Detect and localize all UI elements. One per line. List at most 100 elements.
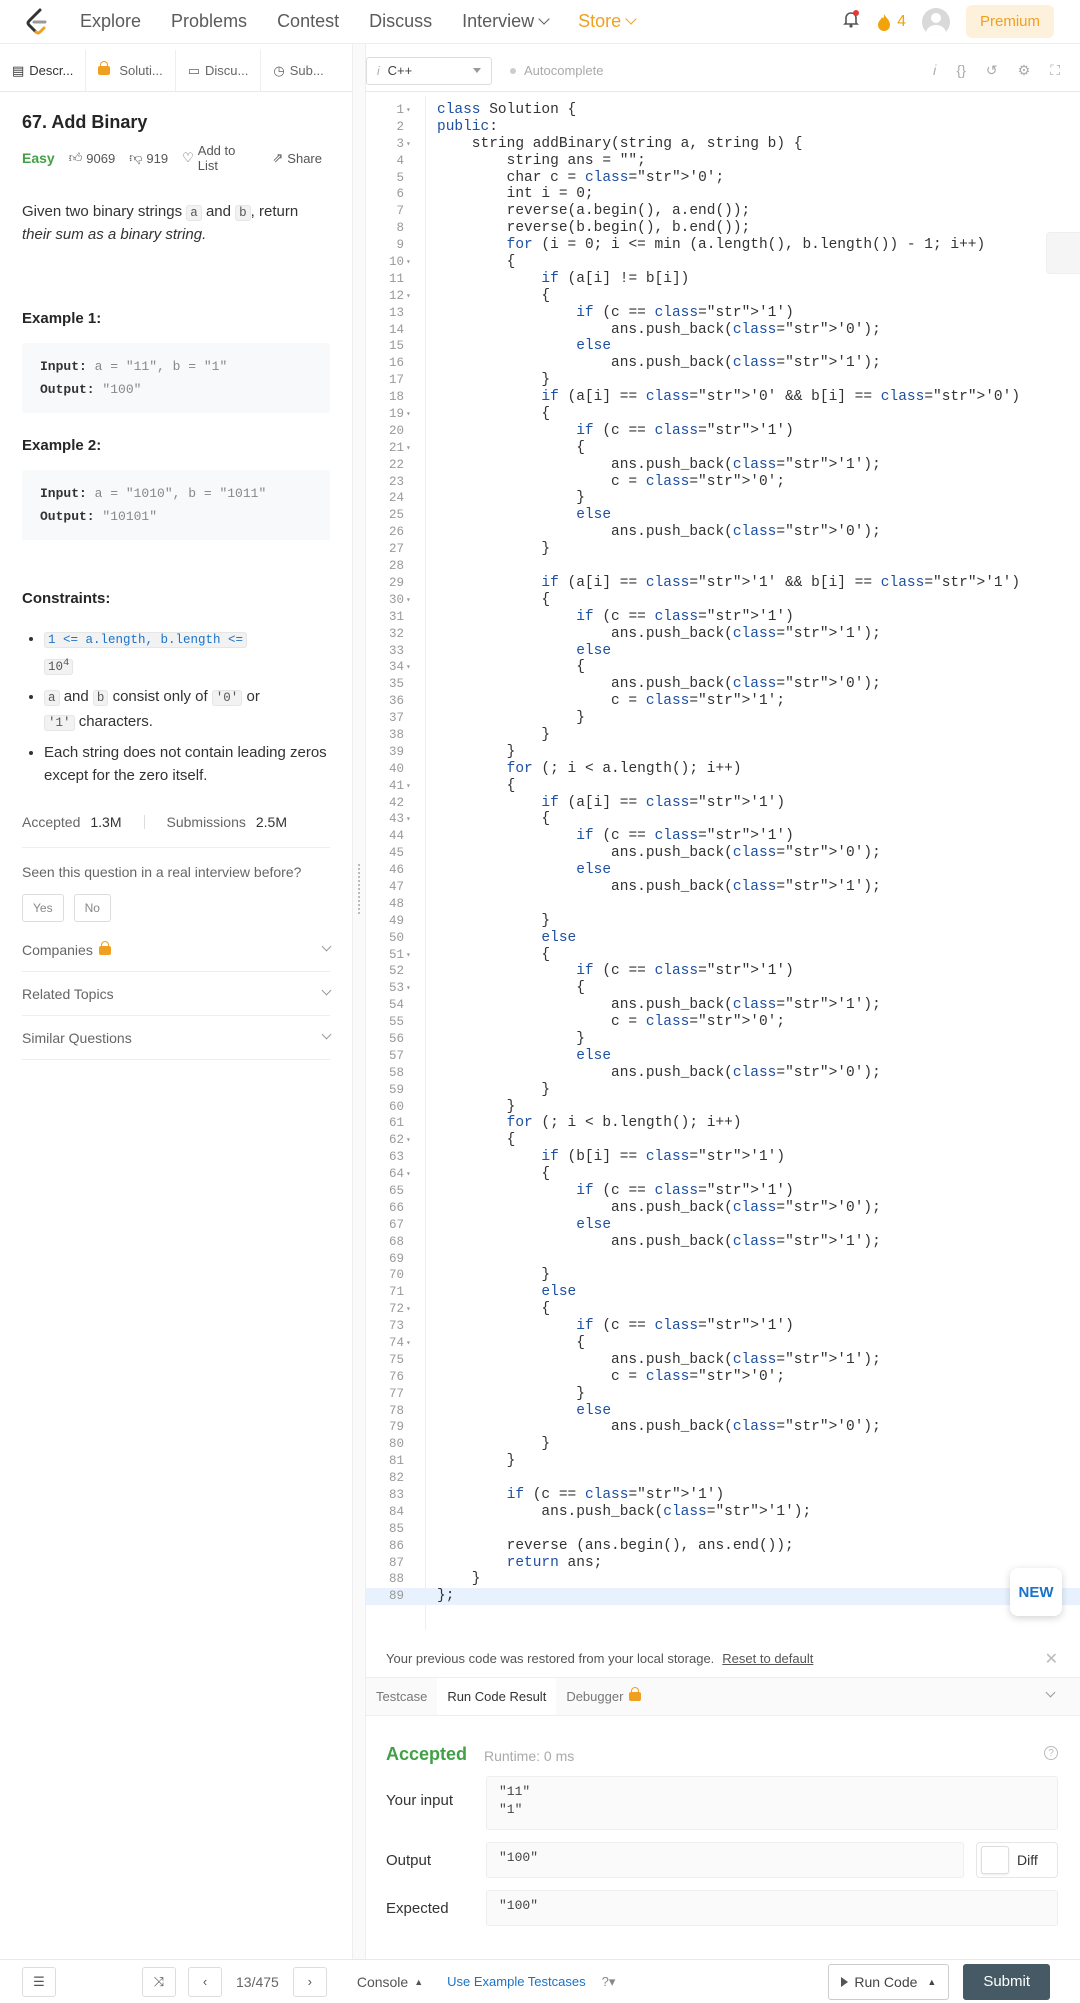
code-text: ans.push_back(class="str">'0'); xyxy=(437,524,881,541)
code-text: if (a[i] == class="str">'1' && b[i] == c… xyxy=(541,574,1021,591)
fold-toggle-icon[interactable]: ▾ xyxy=(406,981,411,998)
code-text: } xyxy=(437,1571,481,1588)
line-number: 3 xyxy=(396,136,404,151)
info-icon[interactable]: 𝑖 xyxy=(933,62,937,79)
code-line: 76 c = class="str">'0'; xyxy=(366,1369,1080,1386)
problem-list-button[interactable]: ☰ xyxy=(22,1966,56,1997)
fold-toggle-icon[interactable]: ▾ xyxy=(406,812,411,829)
use-example-testcases-link[interactable]: Use Example Testcases xyxy=(447,1974,586,1989)
yes-button[interactable]: Yes xyxy=(22,894,64,923)
fold-toggle-icon[interactable]: ▾ xyxy=(406,103,411,120)
bell-icon[interactable] xyxy=(841,9,861,34)
line-number: 7 xyxy=(396,204,404,219)
streak-counter[interactable]: 4 xyxy=(877,13,906,31)
line-number: 25 xyxy=(388,508,404,523)
diff-toggle[interactable]: Diff xyxy=(976,1842,1058,1878)
nav-interview[interactable]: Interview xyxy=(462,11,550,32)
constraint-text: 10 xyxy=(48,660,64,675)
tab-debugger[interactable]: Debugger xyxy=(556,1678,651,1715)
chevron-down-icon xyxy=(321,941,332,952)
run-code-button[interactable]: Run Code ▲ xyxy=(828,1963,950,2000)
side-panel-button[interactable] xyxy=(1046,232,1080,274)
reset-icon[interactable]: ↺ xyxy=(986,62,998,79)
submit-button[interactable]: Submit xyxy=(963,1963,1050,2000)
statement-text: , return xyxy=(250,203,299,220)
fold-toggle-icon[interactable]: ▾ xyxy=(406,1167,411,1184)
fold-toggle-icon[interactable]: ▾ xyxy=(406,289,411,306)
line-number: 31 xyxy=(388,609,404,624)
fold-toggle-icon[interactable]: ▾ xyxy=(406,660,411,677)
code-text: if (c == class="str">'1') xyxy=(576,1318,794,1335)
inline-code: '1' xyxy=(44,715,75,732)
prev-problem-button[interactable]: ‹ xyxy=(188,1966,222,1997)
caret-up-icon: ▲ xyxy=(414,1976,424,1987)
like-button[interactable]: 👍︎ 9069 xyxy=(69,150,116,166)
fold-toggle-icon[interactable]: ▾ xyxy=(406,948,411,965)
fold-toggle-icon[interactable]: ▾ xyxy=(406,1302,411,1319)
new-badge-button[interactable]: NEW xyxy=(1010,1568,1062,1616)
braces-icon[interactable]: {} xyxy=(957,62,966,79)
tab-submissions[interactable]: ◷ Sub... xyxy=(261,50,335,91)
tab-run-code-result[interactable]: Run Code Result xyxy=(437,1678,557,1715)
line-number: 22 xyxy=(388,457,404,472)
add-to-list-button[interactable]: ♡ Add to List xyxy=(182,143,258,173)
tab-discuss[interactable]: ▭ Discu... xyxy=(176,50,262,91)
language-select[interactable]: i C++ xyxy=(366,56,492,85)
help-icon[interactable]: ?▾ xyxy=(602,1974,616,1990)
lock-icon xyxy=(98,61,111,75)
console-button[interactable]: Console ▲ xyxy=(357,1974,423,1990)
fold-toggle-icon[interactable]: ▾ xyxy=(406,1336,411,1353)
avatar[interactable] xyxy=(921,7,950,36)
code-line: 69 xyxy=(366,1251,1080,1268)
no-button[interactable]: No xyxy=(73,894,111,923)
similar-questions-accordion[interactable]: Similar Questions xyxy=(22,1016,332,1061)
fold-toggle-icon[interactable]: ▾ xyxy=(406,137,411,154)
panel-resize-handle[interactable] xyxy=(352,44,366,1959)
code-editor[interactable]: 1 ▾ class Solution {2 public: 3 ▾ string addB… xyxy=(366,96,1080,1630)
help-icon[interactable]: ? xyxy=(1044,1746,1058,1760)
line-number: 72 xyxy=(388,1302,404,1317)
nav-interview-label: Interview xyxy=(462,11,535,31)
dislike-button[interactable]: 👎︎ 919 xyxy=(129,150,168,166)
line-number: 26 xyxy=(388,525,404,540)
fullscreen-icon[interactable]: ⛶ xyxy=(1050,62,1060,79)
tab-testcase[interactable]: Testcase xyxy=(366,1678,437,1715)
problem-description: 67. Add Binary Easy 👍︎ 9069 👎︎ 919 ♡ Add to… xyxy=(22,92,332,1061)
nav-problems[interactable]: Problems xyxy=(171,11,247,32)
tab-solution[interactable]: Soluti... xyxy=(86,50,176,91)
companies-accordion[interactable]: Companies xyxy=(22,928,332,973)
nav-explore[interactable]: Explore xyxy=(80,11,141,32)
fold-toggle-icon[interactable]: ▾ xyxy=(406,779,411,796)
example-1-box: Input: a = "11", b = "1" Output: "100" xyxy=(22,343,330,413)
nav-discuss[interactable]: Discuss xyxy=(369,11,432,32)
chevron-down-icon[interactable] xyxy=(1045,1687,1056,1698)
fold-toggle-icon[interactable]: ▾ xyxy=(406,1133,411,1150)
comment-icon: ▭ xyxy=(187,62,201,78)
nav-store[interactable]: Store xyxy=(578,11,637,32)
random-problem-button[interactable]: ⤨ xyxy=(142,1966,176,1997)
gear-icon[interactable]: ⚙ xyxy=(1018,62,1031,79)
code-line: 65 if (c == class="str">'1') xyxy=(366,1183,1080,1200)
nav-contest[interactable]: Contest xyxy=(277,11,339,32)
next-problem-button[interactable]: › xyxy=(292,1966,327,1997)
reset-to-default-link[interactable]: Reset to default xyxy=(722,1651,813,1666)
line-number: 50 xyxy=(388,930,404,945)
line-number: 73 xyxy=(388,1319,404,1334)
inline-code: 1 <= a.length, b.length <= xyxy=(44,632,248,648)
fold-toggle-icon[interactable]: ▾ xyxy=(406,255,411,272)
leetcode-logo[interactable] xyxy=(22,7,52,37)
share-icon: ⇗ xyxy=(272,150,284,165)
code-line: 6 int i = 0; xyxy=(366,186,1080,203)
tab-description[interactable]: ▤ Descr... xyxy=(0,50,87,91)
line-number: 60 xyxy=(388,1099,404,1114)
related-topics-accordion[interactable]: Related Topics xyxy=(22,972,332,1017)
code-text: } xyxy=(437,1453,516,1470)
share-button[interactable]: ⇗ Share xyxy=(272,150,322,166)
fold-toggle-icon[interactable]: ▾ xyxy=(406,407,411,424)
premium-button[interactable]: Premium xyxy=(965,5,1054,38)
fold-toggle-icon[interactable]: ▾ xyxy=(406,441,411,458)
fold-toggle-icon[interactable]: ▾ xyxy=(406,593,411,610)
autocomplete-toggle[interactable]: Autocomplete xyxy=(510,63,604,78)
close-icon[interactable]: ✕ xyxy=(1045,1649,1058,1669)
line-number: 24 xyxy=(388,491,404,506)
